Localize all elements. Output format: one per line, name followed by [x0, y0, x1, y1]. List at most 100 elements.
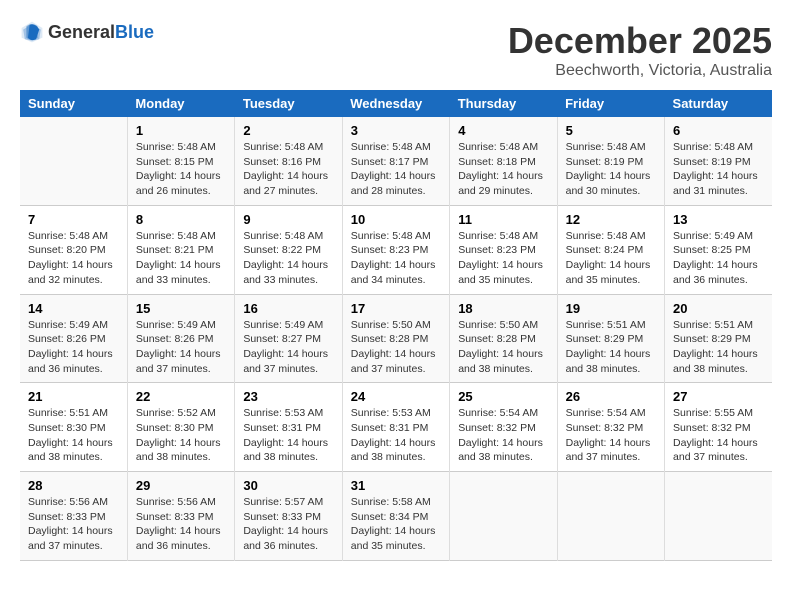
day-number: 28	[28, 478, 119, 493]
calendar-cell: 15 Sunrise: 5:49 AMSunset: 8:26 PMDayligh…	[127, 294, 234, 383]
calendar-cell: 26 Sunrise: 5:54 AMSunset: 8:32 PMDayligh…	[557, 383, 664, 472]
day-number: 20	[673, 301, 764, 316]
calendar-cell: 16Sunrise: 5:49 AMSunset: 8:27 PMDayligh…	[235, 294, 342, 383]
calendar-cell: 29 Sunrise: 5:56 AMSunset: 8:33 PMDayligh…	[127, 472, 234, 561]
day-info: Sunrise: 5:48 AMSunset: 8:22 PMDaylight:…	[243, 229, 333, 288]
day-number: 7	[28, 212, 119, 227]
day-info: Sunrise: 5:48 AMSunset: 8:19 PMDaylight:…	[673, 140, 764, 199]
day-number: 21	[28, 389, 119, 404]
calendar-cell	[450, 472, 557, 561]
day-info: Sunrise: 5:48 AMSunset: 8:18 PMDaylight:…	[458, 140, 548, 199]
day-info: Sunrise: 5:49 AMSunset: 8:25 PMDaylight:…	[673, 229, 764, 288]
logo-icon	[20, 20, 44, 44]
day-number: 6	[673, 123, 764, 138]
day-info: Sunrise: 5:48 AMSunset: 8:16 PMDaylight:…	[243, 140, 333, 199]
day-number: 18	[458, 301, 548, 316]
calendar-cell: 6 Sunrise: 5:48 AMSunset: 8:19 PMDaylight…	[665, 117, 772, 205]
calendar-cell: 28Sunrise: 5:56 AMSunset: 8:33 PMDayligh…	[20, 472, 127, 561]
day-number: 11	[458, 212, 548, 227]
weekday-header-sunday: Sunday	[20, 90, 127, 117]
day-info: Sunrise: 5:49 AMSunset: 8:26 PMDaylight:…	[28, 318, 119, 377]
day-number: 17	[351, 301, 441, 316]
weekday-header-friday: Friday	[557, 90, 664, 117]
calendar-cell: 22 Sunrise: 5:52 AMSunset: 8:30 PMDayligh…	[127, 383, 234, 472]
calendar-cell: 8 Sunrise: 5:48 AMSunset: 8:21 PMDaylight…	[127, 205, 234, 294]
calendar-table: SundayMondayTuesdayWednesdayThursdayFrid…	[20, 90, 772, 561]
day-info: Sunrise: 5:48 AMSunset: 8:17 PMDaylight:…	[351, 140, 441, 199]
day-info: Sunrise: 5:54 AMSunset: 8:32 PMDaylight:…	[566, 406, 656, 465]
calendar-cell	[665, 472, 772, 561]
day-info: Sunrise: 5:56 AMSunset: 8:33 PMDaylight:…	[136, 495, 226, 554]
day-number: 25	[458, 389, 548, 404]
day-number: 29	[136, 478, 226, 493]
day-number: 30	[243, 478, 333, 493]
day-info: Sunrise: 5:54 AMSunset: 8:32 PMDaylight:…	[458, 406, 548, 465]
calendar-cell	[20, 117, 127, 205]
day-info: Sunrise: 5:48 AMSunset: 8:24 PMDaylight:…	[566, 229, 656, 288]
page-header: GeneralBlue December 2025 Beechworth, Vi…	[20, 20, 772, 80]
day-info: Sunrise: 5:48 AMSunset: 8:19 PMDaylight:…	[566, 140, 656, 199]
day-number: 9	[243, 212, 333, 227]
sub-title: Beechworth, Victoria, Australia	[508, 62, 772, 80]
calendar-week-row: 21 Sunrise: 5:51 AMSunset: 8:30 PMDayligh…	[20, 383, 772, 472]
calendar-cell: 18 Sunrise: 5:50 AMSunset: 8:28 PMDayligh…	[450, 294, 557, 383]
weekday-header-row: SundayMondayTuesdayWednesdayThursdayFrid…	[20, 90, 772, 117]
main-title: December 2025	[508, 20, 772, 62]
day-number: 22	[136, 389, 226, 404]
logo-general: General	[48, 22, 115, 42]
day-info: Sunrise: 5:55 AMSunset: 8:32 PMDaylight:…	[673, 406, 764, 465]
day-info: Sunrise: 5:48 AMSunset: 8:20 PMDaylight:…	[28, 229, 119, 288]
day-number: 26	[566, 389, 656, 404]
day-info: Sunrise: 5:52 AMSunset: 8:30 PMDaylight:…	[136, 406, 226, 465]
calendar-cell: 1 Sunrise: 5:48 AMSunset: 8:15 PMDaylight…	[127, 117, 234, 205]
calendar-cell: 5 Sunrise: 5:48 AMSunset: 8:19 PMDaylight…	[557, 117, 664, 205]
calendar-cell: 27 Sunrise: 5:55 AMSunset: 8:32 PMDayligh…	[665, 383, 772, 472]
day-info: Sunrise: 5:48 AMSunset: 8:21 PMDaylight:…	[136, 229, 226, 288]
calendar-cell: 24Sunrise: 5:53 AMSunset: 8:31 PMDayligh…	[342, 383, 449, 472]
day-number: 8	[136, 212, 226, 227]
day-info: Sunrise: 5:53 AMSunset: 8:31 PMDaylight:…	[351, 406, 441, 465]
calendar-cell: 23 Sunrise: 5:53 AMSunset: 8:31 PMDayligh…	[235, 383, 342, 472]
weekday-header-monday: Monday	[127, 90, 234, 117]
day-number: 5	[566, 123, 656, 138]
day-info: Sunrise: 5:51 AMSunset: 8:29 PMDaylight:…	[673, 318, 764, 377]
logo-blue: Blue	[115, 22, 154, 42]
calendar-cell: 9 Sunrise: 5:48 AMSunset: 8:22 PMDaylight…	[235, 205, 342, 294]
calendar-cell: 25 Sunrise: 5:54 AMSunset: 8:32 PMDayligh…	[450, 383, 557, 472]
calendar-cell: 17Sunrise: 5:50 AMSunset: 8:28 PMDayligh…	[342, 294, 449, 383]
calendar-cell: 19Sunrise: 5:51 AMSunset: 8:29 PMDayligh…	[557, 294, 664, 383]
calendar-cell: 30 Sunrise: 5:57 AMSunset: 8:33 PMDayligh…	[235, 472, 342, 561]
calendar-cell: 10Sunrise: 5:48 AMSunset: 8:23 PMDayligh…	[342, 205, 449, 294]
day-number: 13	[673, 212, 764, 227]
day-number: 27	[673, 389, 764, 404]
calendar-cell: 14 Sunrise: 5:49 AMSunset: 8:26 PMDayligh…	[20, 294, 127, 383]
day-info: Sunrise: 5:49 AMSunset: 8:26 PMDaylight:…	[136, 318, 226, 377]
day-info: Sunrise: 5:48 AMSunset: 8:15 PMDaylight:…	[136, 140, 226, 199]
title-area: December 2025 Beechworth, Victoria, Aust…	[508, 20, 772, 80]
day-number: 1	[136, 123, 226, 138]
day-info: Sunrise: 5:51 AMSunset: 8:30 PMDaylight:…	[28, 406, 119, 465]
calendar-cell	[557, 472, 664, 561]
day-number: 2	[243, 123, 333, 138]
day-number: 31	[351, 478, 441, 493]
calendar-cell: 2 Sunrise: 5:48 AMSunset: 8:16 PMDaylight…	[235, 117, 342, 205]
logo: GeneralBlue	[20, 20, 154, 44]
day-number: 15	[136, 301, 226, 316]
day-number: 19	[566, 301, 656, 316]
day-info: Sunrise: 5:50 AMSunset: 8:28 PMDaylight:…	[458, 318, 548, 377]
logo-text: GeneralBlue	[48, 22, 154, 43]
day-number: 10	[351, 212, 441, 227]
calendar-week-row: 1 Sunrise: 5:48 AMSunset: 8:15 PMDaylight…	[20, 117, 772, 205]
calendar-cell: 13 Sunrise: 5:49 AMSunset: 8:25 PMDayligh…	[665, 205, 772, 294]
day-number: 16	[243, 301, 333, 316]
day-info: Sunrise: 5:48 AMSunset: 8:23 PMDaylight:…	[458, 229, 548, 288]
weekday-header-tuesday: Tuesday	[235, 90, 342, 117]
calendar-week-row: 7 Sunrise: 5:48 AMSunset: 8:20 PMDaylight…	[20, 205, 772, 294]
day-info: Sunrise: 5:53 AMSunset: 8:31 PMDaylight:…	[243, 406, 333, 465]
weekday-header-wednesday: Wednesday	[342, 90, 449, 117]
day-number: 23	[243, 389, 333, 404]
day-number: 14	[28, 301, 119, 316]
day-info: Sunrise: 5:57 AMSunset: 8:33 PMDaylight:…	[243, 495, 333, 554]
calendar-cell: 31Sunrise: 5:58 AMSunset: 8:34 PMDayligh…	[342, 472, 449, 561]
calendar-cell: 4Sunrise: 5:48 AMSunset: 8:18 PMDaylight…	[450, 117, 557, 205]
